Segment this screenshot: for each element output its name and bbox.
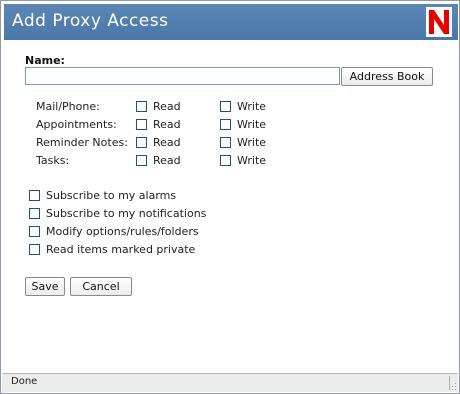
option-label: Modify options/rules/folders: [46, 225, 199, 238]
read-label: Read: [153, 136, 181, 149]
option-row-read-private: Read items marked private: [1, 242, 460, 258]
status-bar: Done: [2, 373, 458, 392]
permission-row-mail-phone: Mail/Phone: Read Write: [1, 99, 460, 115]
reminder-notes-read-checkbox[interactable]: [136, 137, 147, 148]
mail-phone-read-checkbox[interactable]: [136, 101, 147, 112]
read-private-checkbox[interactable]: [29, 244, 40, 255]
permission-row-tasks: Tasks: Read Write: [1, 153, 460, 169]
name-input[interactable]: [25, 67, 340, 85]
write-label: Write: [237, 136, 267, 149]
modify-options-checkbox[interactable]: [29, 226, 40, 237]
title-bar: Add Proxy Access: [4, 4, 458, 40]
permission-label: Appointments:: [36, 118, 117, 131]
name-label: Name:: [25, 54, 65, 67]
write-label: Write: [237, 154, 267, 167]
option-row-modify-options: Modify options/rules/folders: [1, 224, 460, 240]
save-button[interactable]: Save: [25, 277, 65, 296]
resize-grip-icon[interactable]: [449, 383, 457, 391]
option-label: Subscribe to my alarms: [46, 189, 177, 202]
mail-phone-write-checkbox[interactable]: [220, 101, 231, 112]
cancel-button[interactable]: Cancel: [70, 277, 132, 296]
option-row-subscribe-alarms: Subscribe to my alarms: [1, 188, 460, 204]
read-label: Read: [153, 100, 181, 113]
subscribe-notifications-checkbox[interactable]: [29, 208, 40, 219]
write-label: Write: [237, 100, 267, 113]
tasks-write-checkbox[interactable]: [220, 155, 231, 166]
option-label: Subscribe to my notifications: [46, 207, 207, 220]
permission-label: Mail/Phone:: [36, 100, 100, 113]
address-book-button[interactable]: Address Book: [341, 67, 433, 86]
appointments-read-checkbox[interactable]: [136, 119, 147, 130]
add-proxy-access-dialog: Add Proxy Access Name: Address Book Mail…: [0, 0, 460, 394]
read-label: Read: [153, 118, 181, 131]
write-label: Write: [237, 118, 267, 131]
novell-logo-icon: [426, 7, 452, 37]
dialog-title: Add Proxy Access: [12, 11, 169, 31]
appointments-write-checkbox[interactable]: [220, 119, 231, 130]
read-label: Read: [153, 154, 181, 167]
permission-row-appointments: Appointments: Read Write: [1, 117, 460, 133]
subscribe-alarms-checkbox[interactable]: [29, 190, 40, 201]
status-text: Done: [11, 376, 38, 387]
reminder-notes-write-checkbox[interactable]: [220, 137, 231, 148]
permission-row-reminder-notes: Reminder Notes: Read Write: [1, 135, 460, 151]
tasks-read-checkbox[interactable]: [136, 155, 147, 166]
option-label: Read items marked private: [46, 243, 196, 256]
permission-label: Tasks:: [36, 154, 70, 167]
option-row-subscribe-notifications: Subscribe to my notifications: [1, 206, 460, 222]
permission-label: Reminder Notes:: [36, 136, 128, 149]
